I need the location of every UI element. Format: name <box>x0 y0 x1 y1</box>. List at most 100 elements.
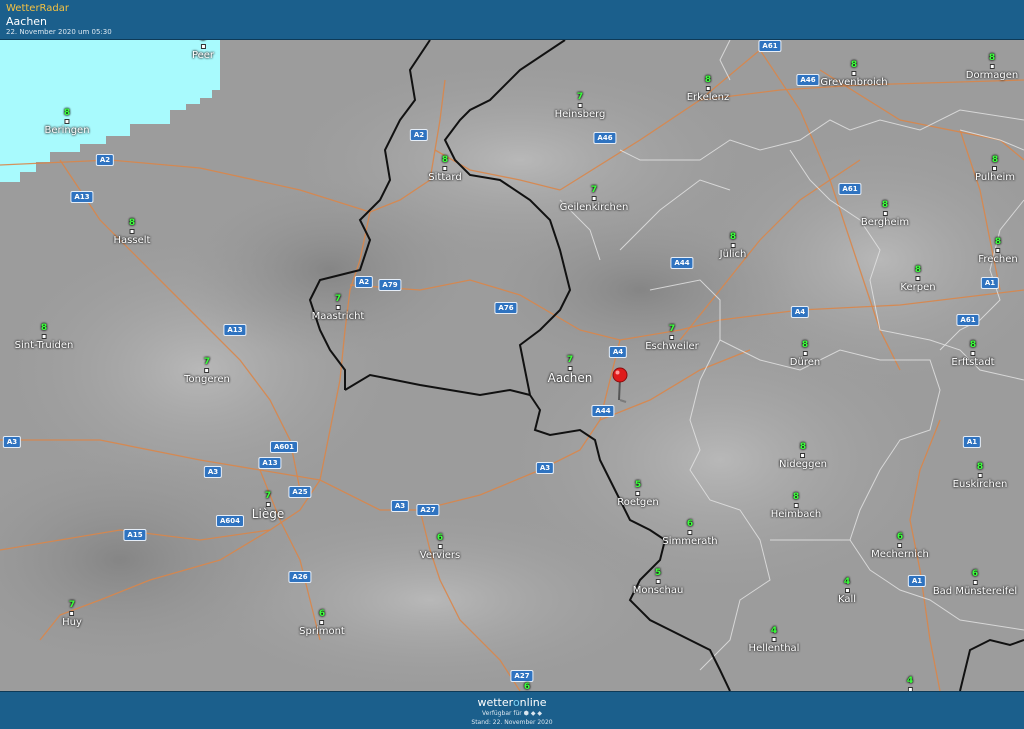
city-marker[interactable]: 8 Beringen <box>44 108 89 137</box>
city-marker[interactable]: 7 Heinsberg <box>555 92 606 121</box>
city-marker[interactable]: 4 <box>907 676 913 691</box>
city-marker[interactable]: 6 <box>524 682 530 691</box>
city-marker[interactable]: 5 Monschau <box>633 568 684 597</box>
temperature: 8 <box>881 200 889 210</box>
temperature: 5 <box>634 480 642 490</box>
road-badge: A61 <box>956 314 980 326</box>
temperature: 8 <box>988 53 996 63</box>
city-dot <box>977 473 983 478</box>
city-name: Frechen <box>978 254 1018 265</box>
brand-logo[interactable]: wetteronline <box>0 696 1024 709</box>
map-graphics <box>0 40 1024 691</box>
road-badge: A27 <box>510 670 534 682</box>
city-marker[interactable]: 8 Nideggen <box>779 442 827 471</box>
temperature: 6 <box>318 609 326 619</box>
city-marker[interactable]: 5 Roetgen <box>617 480 659 509</box>
city-marker[interactable]: 8 Kerpen <box>900 265 935 294</box>
city-dot <box>970 351 976 356</box>
city-marker[interactable]: 4 Hellenthal <box>749 626 800 655</box>
city-marker[interactable]: 8 Jülich <box>720 232 747 261</box>
city-name: Beringen <box>44 125 90 136</box>
city-marker[interactable]: 8 Erftstadt <box>951 340 994 369</box>
city-marker[interactable]: 7 Liège <box>252 491 284 520</box>
road-badge: A2 <box>354 276 374 288</box>
city-name: Sittard <box>428 172 462 183</box>
city-name: Simmerath <box>662 536 718 547</box>
city-name: Jülich <box>719 249 747 260</box>
road-badge: A79 <box>378 279 402 291</box>
road-badge: A3 <box>390 500 410 512</box>
city-marker[interactable]: 6 Sprimont <box>299 609 345 638</box>
city-marker[interactable]: 8 Grevenbroich <box>820 60 887 89</box>
city-name: Erkelenz <box>686 92 730 103</box>
logo-part: wetter <box>477 696 513 709</box>
radar-map[interactable]: A61 A46 A2 A46 A2 A13 A61 A44 A2 A79 A76… <box>0 40 1024 691</box>
city-marker[interactable]: 7 Geilenkirchen <box>560 185 629 214</box>
city-dot <box>591 196 597 201</box>
temperature: 8 <box>799 442 807 452</box>
city-marker[interactable]: 8 Sittard <box>428 155 461 184</box>
city-marker[interactable]: 6 Mechernich <box>871 532 929 561</box>
road-badge: A1 <box>962 436 982 448</box>
city-dot <box>851 71 857 76</box>
logo-part: nline <box>519 696 547 709</box>
city-marker[interactable]: 8 Düren <box>790 340 820 369</box>
city-marker[interactable]: 7 Maastricht <box>312 294 365 323</box>
road-badge: A44 <box>591 405 615 417</box>
city-name: Monschau <box>632 585 684 596</box>
road-badge: A13 <box>258 457 282 469</box>
temperature: 8 <box>192 40 214 43</box>
city-marker[interactable]: 7 Huy <box>62 600 82 629</box>
city-dot <box>989 64 995 69</box>
city-name: Nideggen <box>779 459 827 470</box>
road-badge: A604 <box>215 515 245 527</box>
temperature: 8 <box>704 75 712 85</box>
city-marker[interactable]: 8 Pulheim <box>975 155 1015 184</box>
city-marker[interactable]: 8 Dormagen <box>966 53 1018 82</box>
city-name: Sprimont <box>299 626 345 637</box>
city-marker[interactable]: 8 Heimbach <box>771 492 822 521</box>
data-stand-text: Stand: 22. November 2020 <box>471 719 553 726</box>
city-marker[interactable]: 8 Bergheim <box>861 200 909 229</box>
road-badge: A4 <box>608 346 628 358</box>
city-marker[interactable]: 6 Simmerath <box>662 519 717 548</box>
city-dot <box>705 86 711 91</box>
road-badge: A25 <box>288 486 312 498</box>
city-marker[interactable]: 8 Peer <box>192 40 214 62</box>
road-badge: A13 <box>70 191 94 203</box>
city-dot <box>319 620 325 625</box>
city-marker[interactable]: 4 Kall <box>838 577 856 606</box>
city-dot <box>200 44 206 49</box>
city-marker[interactable]: 8 Euskirchen <box>953 462 1008 491</box>
road-badge: A46 <box>593 132 617 144</box>
city-marker[interactable]: 8 Frechen <box>978 237 1017 266</box>
city-dot <box>437 544 443 549</box>
city-name: Euskirchen <box>952 479 1008 490</box>
city-marker[interactable]: 7 Tongeren <box>184 357 230 386</box>
location-pin-icon[interactable] <box>608 366 632 406</box>
city-marker[interactable]: 6 Verviers <box>420 533 461 562</box>
city-name: Mechernich <box>871 549 929 560</box>
city-marker[interactable]: 7 Eschweiler <box>645 324 699 353</box>
city-dot <box>793 503 799 508</box>
road-badge: A1 <box>980 277 1000 289</box>
city-marker[interactable]: 8 Hasselt <box>114 218 151 247</box>
city-dot <box>915 276 921 281</box>
city-marker[interactable]: 6 Bad Münstereifel <box>933 569 1017 598</box>
city-name: Aachen <box>547 371 593 385</box>
city-name: Sint-Truiden <box>14 340 74 351</box>
city-name: Hellenthal <box>748 643 800 654</box>
temperature: 7 <box>576 92 584 102</box>
city-name: Bad Münstereifel <box>932 586 1018 597</box>
city-dot <box>992 166 998 171</box>
logo-part: o <box>512 696 520 709</box>
road-badge: A26 <box>288 571 312 583</box>
temperature: 4 <box>906 676 914 686</box>
city-marker[interactable]: 8 Erkelenz <box>687 75 730 104</box>
city-dot <box>442 166 448 171</box>
city-dot <box>204 368 210 373</box>
city-name: Bergheim <box>860 217 910 228</box>
city-marker[interactable]: 8 Sint-Truiden <box>15 323 74 352</box>
temperature: 8 <box>729 232 737 242</box>
city-marker[interactable]: 7 Aachen <box>548 355 593 384</box>
